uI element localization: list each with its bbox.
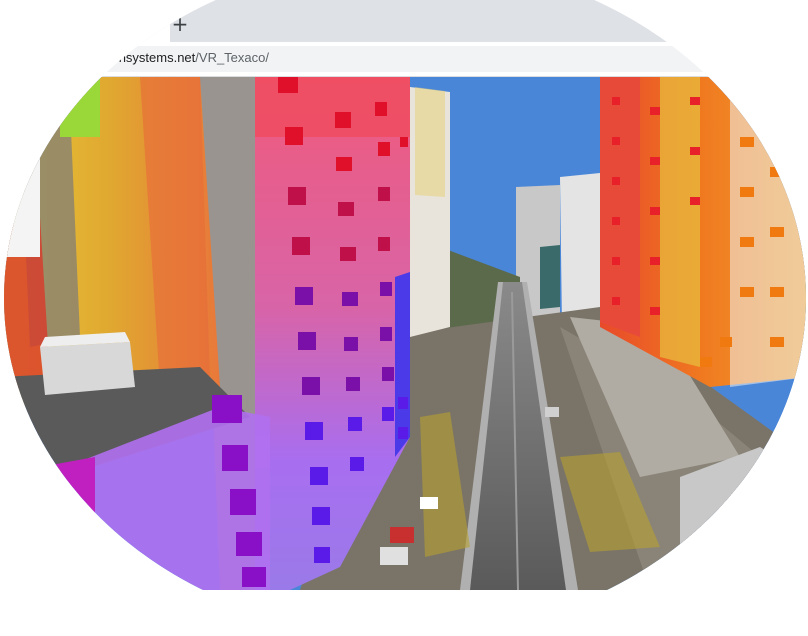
marker — [612, 257, 620, 265]
marker — [650, 257, 660, 265]
marker — [650, 157, 660, 165]
marker — [700, 357, 712, 367]
marker — [380, 282, 392, 296]
building-magenta-edge — [40, 457, 95, 590]
marker — [690, 197, 700, 205]
marker — [720, 337, 732, 347]
marker — [236, 532, 262, 556]
address-bar[interactable]: iz.odensystems.net/VR_Texaco/ — [20, 46, 720, 72]
marker — [335, 112, 351, 128]
marker — [230, 489, 256, 515]
marker — [212, 395, 242, 423]
marker — [295, 287, 313, 305]
marker — [340, 247, 356, 261]
marker — [314, 547, 330, 563]
marker — [398, 397, 408, 409]
marker — [770, 167, 784, 177]
marker — [338, 202, 354, 216]
marker — [650, 307, 660, 315]
url-text: iz.odensystems.net/VR_Texaco/ — [84, 50, 269, 65]
marker — [740, 187, 754, 197]
3d-viewport[interactable] — [4, 77, 806, 590]
marker — [302, 377, 320, 395]
marker — [305, 422, 323, 440]
city-scene[interactable] — [4, 77, 806, 590]
rooftop-unit — [40, 342, 135, 395]
marker — [612, 137, 620, 145]
marker — [770, 227, 784, 237]
marker — [650, 107, 660, 115]
marker — [650, 207, 660, 215]
marker — [336, 157, 352, 171]
marker — [382, 407, 394, 421]
building-far-left-green — [60, 77, 100, 137]
marker — [612, 177, 620, 185]
marker — [740, 137, 754, 147]
marker — [400, 137, 408, 147]
marker — [740, 237, 754, 247]
marker — [348, 417, 362, 431]
building-white-stripes — [415, 87, 445, 197]
building-right-yellow-strip — [660, 77, 700, 367]
marker — [344, 337, 358, 351]
lens-vignette: × + iz.odensystems.net/VR_Texaco/ ⋮ — [4, 0, 806, 636]
marker — [298, 332, 316, 350]
url-path: /VR_Texaco/ — [195, 50, 269, 65]
browser-toolbar: iz.odensystems.net/VR_Texaco/ ⋮ — [4, 42, 806, 77]
marker — [310, 467, 328, 485]
car — [420, 497, 438, 509]
marker — [380, 327, 392, 341]
marker — [375, 102, 387, 116]
marker — [690, 147, 700, 155]
marker — [312, 507, 330, 525]
car — [390, 527, 414, 543]
tab-close-icon[interactable]: × — [138, 14, 158, 34]
marker — [350, 457, 364, 471]
marker — [770, 337, 784, 347]
marker — [346, 377, 360, 391]
new-tab-icon[interactable]: + — [170, 14, 190, 34]
marker — [378, 187, 390, 201]
marker — [378, 142, 390, 156]
marker — [690, 97, 700, 105]
menu-icon[interactable]: ⋮ — [714, 52, 730, 68]
marker — [612, 297, 620, 305]
marker — [342, 292, 358, 306]
marker — [288, 187, 306, 205]
marker — [278, 77, 298, 93]
marker — [222, 445, 248, 471]
marker — [398, 427, 408, 439]
side-panel — [4, 157, 40, 257]
marker — [382, 367, 394, 381]
marker — [90, 537, 106, 559]
browser-window: × + iz.odensystems.net/VR_Texaco/ ⋮ — [4, 0, 806, 590]
marker — [770, 287, 784, 297]
marker — [285, 127, 303, 145]
building-right-white — [730, 77, 806, 387]
tab-strip: × + — [4, 0, 806, 42]
marker — [378, 237, 390, 251]
marker — [292, 237, 310, 255]
url-host: iz.odensystems.net — [84, 50, 196, 65]
marker — [740, 287, 754, 297]
marker — [612, 97, 620, 105]
tab-active[interactable]: × — [20, 8, 170, 42]
car — [545, 407, 559, 417]
marker — [612, 217, 620, 225]
distant-building — [540, 245, 560, 309]
car — [380, 547, 408, 565]
marker — [242, 567, 266, 587]
